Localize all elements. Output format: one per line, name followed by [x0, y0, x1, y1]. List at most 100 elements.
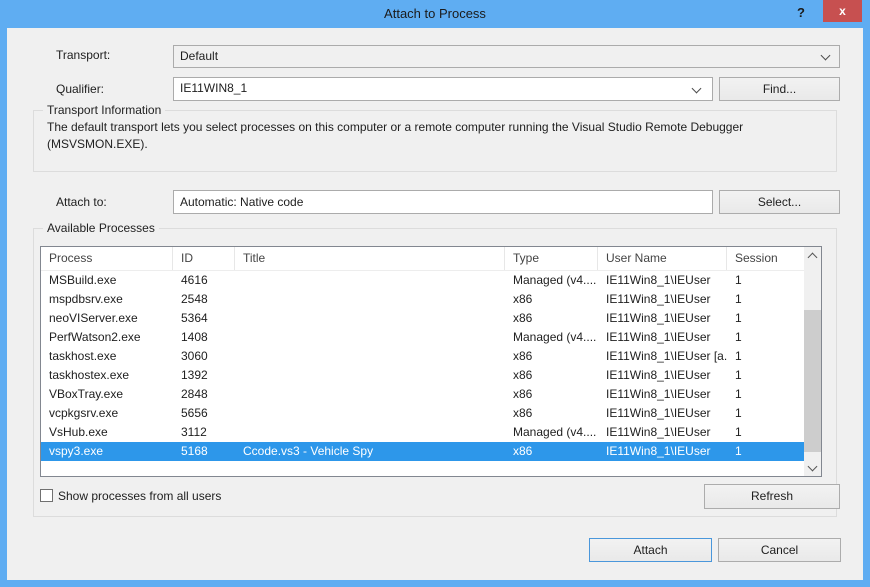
- table-cell: PerfWatson2.exe: [41, 328, 173, 347]
- help-icon[interactable]: ?: [792, 4, 810, 22]
- table-cell: taskhostex.exe: [41, 366, 173, 385]
- transport-info-legend: Transport Information: [43, 103, 165, 117]
- attach-to-label: Attach to:: [56, 194, 107, 210]
- table-cell: x86: [505, 404, 598, 423]
- close-icon[interactable]: x: [823, 0, 862, 22]
- show-all-users-label: Show processes from all users: [58, 488, 221, 504]
- transport-value: Default: [180, 49, 218, 63]
- column-header-title[interactable]: Title: [235, 247, 505, 270]
- table-cell: x86: [505, 366, 598, 385]
- table-cell: 1: [727, 271, 789, 290]
- table-cell: VBoxTray.exe: [41, 385, 173, 404]
- table-cell: [235, 423, 505, 442]
- column-header-process[interactable]: Process: [41, 247, 173, 270]
- table-row[interactable]: vcpkgsrv.exe5656x86IE11Win8_1\IEUser1: [41, 404, 804, 423]
- table-row[interactable]: taskhostex.exe1392 x86IE11Win8_1\IEUser1: [41, 366, 804, 385]
- table-cell: IE11Win8_1\IEUser: [598, 366, 727, 385]
- transport-combobox[interactable]: Default: [173, 45, 840, 68]
- table-row[interactable]: neoVIServer.exe5364 x86IE11Win8_1\IEUser1: [41, 309, 804, 328]
- table-cell: [235, 290, 505, 309]
- table-cell: 3112: [173, 423, 235, 442]
- table-cell: taskhost.exe: [41, 347, 173, 366]
- column-header-id[interactable]: ID: [173, 247, 235, 270]
- process-list[interactable]: Process ID Title Type User Name Session …: [40, 246, 822, 477]
- table-cell: 1408: [173, 328, 235, 347]
- table-cell: MSBuild.exe: [41, 271, 173, 290]
- table-cell: IE11Win8_1\IEUser: [598, 404, 727, 423]
- column-header-type[interactable]: Type: [505, 247, 598, 270]
- chevron-down-icon: [821, 51, 831, 61]
- table-row[interactable]: VBoxTray.exe2848 x86IE11Win8_1\IEUser1: [41, 385, 804, 404]
- transport-label: Transport:: [56, 47, 110, 63]
- table-row[interactable]: MSBuild.exe4616Managed (v4....IE11Win8_1…: [41, 271, 804, 290]
- table-cell: [235, 309, 505, 328]
- table-cell: vspy3.exe: [41, 442, 173, 461]
- table-cell: IE11Win8_1\IEUser: [598, 328, 727, 347]
- table-cell: neoVIServer.exe: [41, 309, 173, 328]
- table-cell: 5168: [173, 442, 235, 461]
- table-row[interactable]: PerfWatson2.exe1408 Managed (v4....IE11Wi…: [41, 328, 804, 347]
- table-cell: Managed (v4....: [505, 328, 598, 347]
- table-cell: x86: [505, 385, 598, 404]
- table-cell: 2848: [173, 385, 235, 404]
- table-cell: 1392: [173, 366, 235, 385]
- table-cell: x86: [505, 309, 598, 328]
- refresh-button[interactable]: Refresh: [704, 484, 840, 509]
- table-cell: IE11Win8_1\IEUser: [598, 442, 727, 461]
- table-cell: vcpkgsrv.exe: [41, 404, 173, 423]
- table-row[interactable]: mspdbsrv.exe2548x86IE11Win8_1\IEUser1: [41, 290, 804, 309]
- process-rows: MSBuild.exe4616Managed (v4....IE11Win8_1…: [41, 271, 804, 461]
- table-cell: Ccode.vs3 - Vehicle Spy: [235, 442, 505, 461]
- column-header-session[interactable]: Session: [727, 247, 797, 270]
- table-cell: VsHub.exe: [41, 423, 173, 442]
- qualifier-value: IE11WIN8_1: [180, 81, 247, 95]
- table-cell: [235, 271, 505, 290]
- table-cell: x86: [505, 347, 598, 366]
- table-cell: 1: [727, 423, 789, 442]
- table-cell: IE11Win8_1\IEUser: [598, 290, 727, 309]
- table-cell: x86: [505, 290, 598, 309]
- scrollbar-down-icon[interactable]: [804, 459, 821, 476]
- table-cell: 1: [727, 385, 789, 404]
- attach-to-process-dialog: Attach to Process ? x Transport: Default…: [0, 0, 870, 587]
- process-list-header: Process ID Title Type User Name Session: [41, 247, 821, 271]
- attach-to-field[interactable]: Automatic: Native code: [173, 190, 713, 214]
- table-cell: 3060: [173, 347, 235, 366]
- vertical-scrollbar[interactable]: [804, 247, 821, 476]
- scrollbar-up-icon[interactable]: [804, 247, 821, 264]
- available-processes-legend: Available Processes: [43, 221, 159, 235]
- table-cell: [235, 328, 505, 347]
- table-cell: [235, 404, 505, 423]
- scrollbar-thumb[interactable]: [804, 310, 821, 452]
- table-cell: IE11Win8_1\IEUser: [598, 423, 727, 442]
- table-cell: 4616: [173, 271, 235, 290]
- table-cell: IE11Win8_1\IEUser: [598, 271, 727, 290]
- cancel-button[interactable]: Cancel: [718, 538, 841, 562]
- table-cell: 1: [727, 309, 789, 328]
- titlebar[interactable]: Attach to Process ? x: [0, 0, 870, 28]
- chevron-down-icon: [692, 84, 702, 94]
- table-row[interactable]: VsHub.exe3112 Managed (v4....IE11Win8_1\I…: [41, 423, 804, 442]
- qualifier-combobox[interactable]: IE11WIN8_1: [173, 77, 713, 101]
- attach-button[interactable]: Attach: [589, 538, 712, 562]
- table-cell: Managed (v4....: [505, 423, 598, 442]
- table-row[interactable]: vspy3.exe5168Ccode.vs3 - Vehicle Spyx86I…: [41, 442, 804, 461]
- table-cell: IE11Win8_1\IEUser: [598, 385, 727, 404]
- table-cell: IE11Win8_1\IEUser: [598, 309, 727, 328]
- find-button[interactable]: Find...: [719, 77, 840, 101]
- select-button[interactable]: Select...: [719, 190, 840, 214]
- transport-info-group: Transport Information The default transp…: [33, 110, 837, 172]
- table-cell: [235, 347, 505, 366]
- table-cell: [235, 385, 505, 404]
- table-cell: 1: [727, 290, 789, 309]
- table-cell: 5364: [173, 309, 235, 328]
- table-cell: 1: [727, 442, 789, 461]
- table-cell: 1: [727, 366, 789, 385]
- table-cell: 1: [727, 347, 789, 366]
- table-cell: 1: [727, 404, 789, 423]
- column-header-username[interactable]: User Name: [598, 247, 727, 270]
- dialog-title: Attach to Process: [0, 0, 870, 28]
- table-row[interactable]: taskhost.exe3060x86IE11Win8_1\IEUser [a.…: [41, 347, 804, 366]
- show-all-users-checkbox[interactable]: [40, 489, 53, 502]
- transport-info-text: The default transport lets you select pr…: [34, 111, 829, 153]
